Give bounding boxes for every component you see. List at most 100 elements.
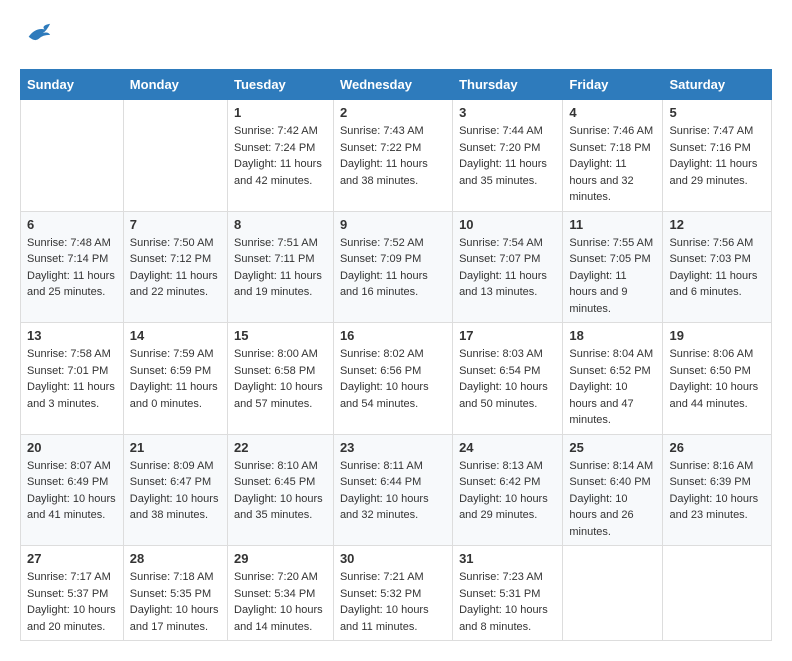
day-number: 13 [27, 328, 117, 343]
calendar-cell: 21 Sunrise: 8:09 AMSunset: 6:47 PMDayligh… [123, 434, 227, 546]
day-info: Sunrise: 7:17 AMSunset: 5:37 PMDaylight:… [27, 569, 117, 635]
day-number: 9 [340, 217, 446, 232]
day-number: 23 [340, 440, 446, 455]
day-number: 25 [569, 440, 656, 455]
day-info: Sunrise: 7:58 AMSunset: 7:01 PMDaylight:… [27, 346, 117, 412]
calendar-cell: 18 Sunrise: 8:04 AMSunset: 6:52 PMDayligh… [563, 323, 663, 435]
week-row-1: 6 Sunrise: 7:48 AMSunset: 7:14 PMDaylight… [21, 211, 772, 323]
header-day-wednesday: Wednesday [333, 70, 452, 100]
logo [20, 20, 52, 53]
page-header [20, 20, 772, 53]
calendar-cell: 14Sunrise: 7:59 AMSunset: 6:59 PMDayligh… [123, 323, 227, 435]
day-number: 20 [27, 440, 117, 455]
day-info: Sunrise: 7:21 AMSunset: 5:32 PMDaylight:… [340, 569, 446, 635]
calendar-cell: 1 Sunrise: 7:42 AMSunset: 7:24 PMDaylight… [228, 100, 334, 212]
week-row-0: 1 Sunrise: 7:42 AMSunset: 7:24 PMDaylight… [21, 100, 772, 212]
day-info: Sunrise: 8:11 AMSunset: 6:44 PMDaylight:… [340, 458, 446, 524]
day-info: Sunrise: 7:51 AMSunset: 7:11 PMDaylight:… [234, 235, 327, 301]
day-info: Sunrise: 8:13 AMSunset: 6:42 PMDaylight:… [459, 458, 556, 524]
calendar-body: 1 Sunrise: 7:42 AMSunset: 7:24 PMDaylight… [21, 100, 772, 641]
day-info: Sunrise: 7:56 AMSunset: 7:03 PMDaylight:… [669, 235, 765, 301]
day-number: 26 [669, 440, 765, 455]
day-info: Sunrise: 7:43 AMSunset: 7:22 PMDaylight:… [340, 123, 446, 189]
day-info: Sunrise: 8:00 AMSunset: 6:58 PMDaylight:… [234, 346, 327, 412]
day-number: 22 [234, 440, 327, 455]
calendar-cell: 6 Sunrise: 7:48 AMSunset: 7:14 PMDaylight… [21, 211, 124, 323]
week-row-2: 13 Sunrise: 7:58 AMSunset: 7:01 PMDayligh… [21, 323, 772, 435]
day-info: Sunrise: 8:07 AMSunset: 6:49 PMDaylight:… [27, 458, 117, 524]
calendar-cell: 17Sunrise: 8:03 AMSunset: 6:54 PMDayligh… [453, 323, 563, 435]
day-info: Sunrise: 8:02 AMSunset: 6:56 PMDaylight:… [340, 346, 446, 412]
logo-bird-icon [24, 20, 52, 48]
calendar-cell: 29Sunrise: 7:20 AMSunset: 5:34 PMDayligh… [228, 546, 334, 641]
calendar-table: SundayMondayTuesdayWednesdayThursdayFrid… [20, 69, 772, 641]
day-info: Sunrise: 7:18 AMSunset: 5:35 PMDaylight:… [130, 569, 221, 635]
day-number: 16 [340, 328, 446, 343]
calendar-cell: 3Sunrise: 7:44 AMSunset: 7:20 PMDaylight… [453, 100, 563, 212]
day-number: 7 [130, 217, 221, 232]
week-row-3: 20 Sunrise: 8:07 AMSunset: 6:49 PMDayligh… [21, 434, 772, 546]
day-info: Sunrise: 7:50 AMSunset: 7:12 PMDaylight:… [130, 235, 221, 301]
day-number: 17 [459, 328, 556, 343]
day-info: Sunrise: 8:10 AMSunset: 6:45 PMDaylight:… [234, 458, 327, 524]
day-info: Sunrise: 7:48 AMSunset: 7:14 PMDaylight:… [27, 235, 117, 301]
day-info: Sunrise: 8:09 AMSunset: 6:47 PMDaylight:… [130, 458, 221, 524]
calendar-cell: 27 Sunrise: 7:17 AMSunset: 5:37 PMDayligh… [21, 546, 124, 641]
header-day-tuesday: Tuesday [228, 70, 334, 100]
calendar-cell: 13 Sunrise: 7:58 AMSunset: 7:01 PMDayligh… [21, 323, 124, 435]
day-info: Sunrise: 7:59 AMSunset: 6:59 PMDaylight:… [130, 346, 221, 412]
day-number: 21 [130, 440, 221, 455]
day-info: Sunrise: 8:04 AMSunset: 6:52 PMDaylight:… [569, 346, 656, 429]
calendar-cell: 22 Sunrise: 8:10 AMSunset: 6:45 PMDayligh… [228, 434, 334, 546]
day-info: Sunrise: 8:06 AMSunset: 6:50 PMDaylight:… [669, 346, 765, 412]
header-day-thursday: Thursday [453, 70, 563, 100]
header-day-saturday: Saturday [663, 70, 772, 100]
header-day-monday: Monday [123, 70, 227, 100]
day-number: 11 [569, 217, 656, 232]
day-number: 1 [234, 105, 327, 120]
day-number: 19 [669, 328, 765, 343]
header-day-friday: Friday [563, 70, 663, 100]
day-number: 28 [130, 551, 221, 566]
logo-text [20, 20, 52, 53]
day-number: 15 [234, 328, 327, 343]
header-day-sunday: Sunday [21, 70, 124, 100]
day-number: 4 [569, 105, 656, 120]
week-row-4: 27 Sunrise: 7:17 AMSunset: 5:37 PMDayligh… [21, 546, 772, 641]
calendar-cell: 20 Sunrise: 8:07 AMSunset: 6:49 PMDayligh… [21, 434, 124, 546]
calendar-cell: 4Sunrise: 7:46 AMSunset: 7:18 PMDaylight… [563, 100, 663, 212]
calendar-cell [21, 100, 124, 212]
calendar-cell: 23 Sunrise: 8:11 AMSunset: 6:44 PMDayligh… [333, 434, 452, 546]
day-info: Sunrise: 7:42 AMSunset: 7:24 PMDaylight:… [234, 123, 327, 189]
calendar-cell [123, 100, 227, 212]
day-number: 3 [459, 105, 556, 120]
day-number: 5 [669, 105, 765, 120]
calendar-cell: 8 Sunrise: 7:51 AMSunset: 7:11 PMDaylight… [228, 211, 334, 323]
day-info: Sunrise: 7:47 AMSunset: 7:16 PMDaylight:… [669, 123, 765, 189]
calendar-cell: 9Sunrise: 7:52 AMSunset: 7:09 PMDaylight… [333, 211, 452, 323]
calendar-cell: 2 Sunrise: 7:43 AMSunset: 7:22 PMDaylight… [333, 100, 452, 212]
calendar-header: SundayMondayTuesdayWednesdayThursdayFrid… [21, 70, 772, 100]
day-number: 31 [459, 551, 556, 566]
calendar-cell [563, 546, 663, 641]
calendar-cell: 10Sunrise: 7:54 AMSunset: 7:07 PMDayligh… [453, 211, 563, 323]
day-number: 18 [569, 328, 656, 343]
calendar-cell: 30Sunrise: 7:21 AMSunset: 5:32 PMDayligh… [333, 546, 452, 641]
day-info: Sunrise: 7:55 AMSunset: 7:05 PMDaylight:… [569, 235, 656, 318]
calendar-cell: 28 Sunrise: 7:18 AMSunset: 5:35 PMDayligh… [123, 546, 227, 641]
day-number: 27 [27, 551, 117, 566]
day-number: 8 [234, 217, 327, 232]
calendar-cell: 15 Sunrise: 8:00 AMSunset: 6:58 PMDayligh… [228, 323, 334, 435]
day-number: 2 [340, 105, 446, 120]
calendar-cell: 5 Sunrise: 7:47 AMSunset: 7:16 PMDaylight… [663, 100, 772, 212]
day-info: Sunrise: 7:23 AMSunset: 5:31 PMDaylight:… [459, 569, 556, 635]
calendar-cell: 12 Sunrise: 7:56 AMSunset: 7:03 PMDayligh… [663, 211, 772, 323]
calendar-cell: 25 Sunrise: 8:14 AMSunset: 6:40 PMDayligh… [563, 434, 663, 546]
day-info: Sunrise: 7:54 AMSunset: 7:07 PMDaylight:… [459, 235, 556, 301]
day-info: Sunrise: 8:16 AMSunset: 6:39 PMDaylight:… [669, 458, 765, 524]
day-info: Sunrise: 8:14 AMSunset: 6:40 PMDaylight:… [569, 458, 656, 541]
calendar-cell: 19 Sunrise: 8:06 AMSunset: 6:50 PMDayligh… [663, 323, 772, 435]
day-number: 24 [459, 440, 556, 455]
day-number: 12 [669, 217, 765, 232]
day-number: 6 [27, 217, 117, 232]
